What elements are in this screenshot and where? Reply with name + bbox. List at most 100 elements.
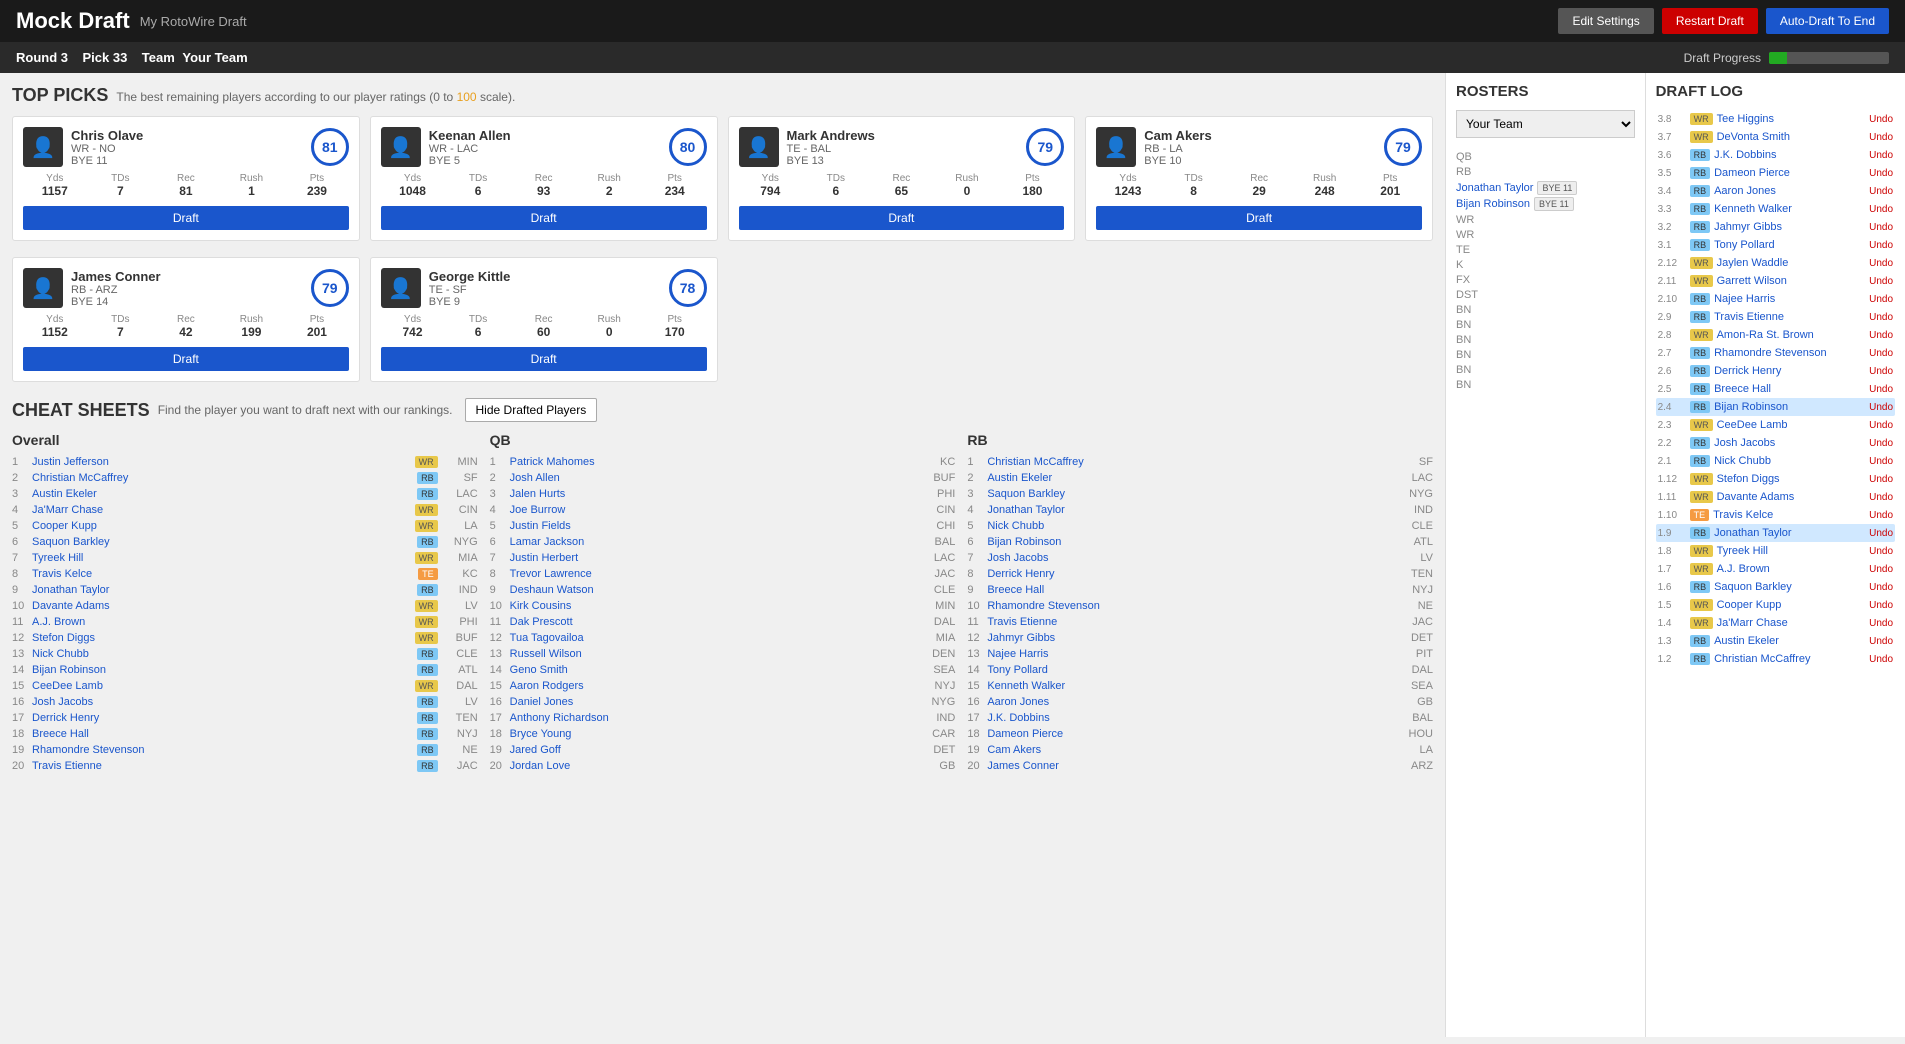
log-player-name[interactable]: Aaron Jones [1714, 185, 1865, 197]
player-link[interactable]: Christian McCaffrey [987, 456, 1393, 468]
log-player-name[interactable]: Dameon Pierce [1714, 167, 1865, 179]
player-link[interactable]: Saquon Barkley [987, 488, 1393, 500]
log-player-name[interactable]: Tee Higgins [1717, 113, 1866, 125]
undo-pick-button[interactable]: Undo [1869, 600, 1893, 611]
undo-pick-button[interactable]: Undo [1869, 258, 1893, 269]
draft-button[interactable]: Draft [23, 206, 349, 230]
log-player-name[interactable]: Travis Kelce [1713, 509, 1865, 521]
undo-pick-button[interactable]: Undo [1869, 240, 1893, 251]
player-link[interactable]: Austin Ekeler [987, 472, 1393, 484]
log-player-name[interactable]: Christian McCaffrey [1714, 653, 1865, 665]
player-link[interactable]: Bijan Robinson [32, 664, 413, 676]
log-player-name[interactable]: Kenneth Walker [1714, 203, 1865, 215]
draft-button[interactable]: Draft [381, 206, 707, 230]
player-link[interactable]: Kirk Cousins [510, 600, 916, 612]
log-player-name[interactable]: Cooper Kupp [1717, 599, 1866, 611]
player-link[interactable]: Jonathan Taylor [987, 504, 1393, 516]
log-player-name[interactable]: DeVonta Smith [1717, 131, 1866, 143]
log-player-name[interactable]: Josh Jacobs [1714, 437, 1865, 449]
log-player-name[interactable]: Najee Harris [1714, 293, 1865, 305]
player-link[interactable]: Saquon Barkley [32, 536, 413, 548]
player-link[interactable]: Nick Chubb [987, 520, 1393, 532]
player-link[interactable]: Breece Hall [32, 728, 413, 740]
log-player-name[interactable]: Travis Etienne [1714, 311, 1865, 323]
undo-pick-button[interactable]: Undo [1869, 546, 1893, 557]
undo-pick-button[interactable]: Undo [1869, 348, 1893, 359]
player-link[interactable]: Stefon Diggs [32, 632, 411, 644]
undo-pick-button[interactable]: Undo [1869, 582, 1893, 593]
player-link[interactable]: Christian McCaffrey [32, 472, 413, 484]
log-player-name[interactable]: Austin Ekeler [1714, 635, 1865, 647]
player-link[interactable]: Josh Jacobs [987, 552, 1393, 564]
log-player-name[interactable]: Davante Adams [1717, 491, 1866, 503]
player-link[interactable]: Ja'Marr Chase [32, 504, 411, 516]
player-link[interactable]: A.J. Brown [32, 616, 411, 628]
undo-pick-button[interactable]: Undo [1869, 456, 1893, 467]
player-link[interactable]: J.K. Dobbins [987, 712, 1393, 724]
undo-pick-button[interactable]: Undo [1869, 636, 1893, 647]
undo-pick-button[interactable]: Undo [1869, 150, 1893, 161]
undo-pick-button[interactable]: Undo [1869, 420, 1893, 431]
player-link[interactable]: Tony Pollard [987, 664, 1393, 676]
player-link[interactable]: Breece Hall [987, 584, 1393, 596]
player-link[interactable]: Russell Wilson [510, 648, 916, 660]
player-link[interactable]: Kenneth Walker [987, 680, 1393, 692]
player-link[interactable]: Justin Jefferson [32, 456, 411, 468]
player-link[interactable]: Aaron Rodgers [510, 680, 916, 692]
player-link[interactable]: Cooper Kupp [32, 520, 411, 532]
undo-pick-button[interactable]: Undo [1869, 132, 1893, 143]
log-player-name[interactable]: Tony Pollard [1714, 239, 1865, 251]
log-player-name[interactable]: Nick Chubb [1714, 455, 1865, 467]
restart-draft-button[interactable]: Restart Draft [1662, 8, 1758, 34]
player-link[interactable]: Trevor Lawrence [510, 568, 916, 580]
player-link[interactable]: Rhamondre Stevenson [987, 600, 1393, 612]
player-link[interactable]: Tyreek Hill [32, 552, 411, 564]
undo-pick-button[interactable]: Undo [1869, 474, 1893, 485]
log-player-name[interactable]: Rhamondre Stevenson [1714, 347, 1865, 359]
player-link[interactable]: Jahmyr Gibbs [987, 632, 1393, 644]
draft-button[interactable]: Draft [23, 347, 349, 371]
log-player-name[interactable]: Ja'Marr Chase [1717, 617, 1866, 629]
log-player-name[interactable]: A.J. Brown [1717, 563, 1866, 575]
undo-pick-button[interactable]: Undo [1869, 186, 1893, 197]
log-player-name[interactable]: J.K. Dobbins [1714, 149, 1865, 161]
undo-pick-button[interactable]: Undo [1869, 654, 1893, 665]
player-link[interactable]: Travis Etienne [987, 616, 1393, 628]
roster-player-name[interactable]: Bijan Robinson [1456, 198, 1530, 210]
player-link[interactable]: Travis Kelce [32, 568, 414, 580]
undo-pick-button[interactable]: Undo [1869, 222, 1893, 233]
log-player-name[interactable]: Saquon Barkley [1714, 581, 1865, 593]
player-link[interactable]: Tua Tagovailoa [510, 632, 916, 644]
undo-pick-button[interactable]: Undo [1869, 528, 1893, 539]
player-link[interactable]: Bijan Robinson [987, 536, 1393, 548]
undo-pick-button[interactable]: Undo [1869, 438, 1893, 449]
player-link[interactable]: Austin Ekeler [32, 488, 413, 500]
undo-pick-button[interactable]: Undo [1869, 204, 1893, 215]
undo-pick-button[interactable]: Undo [1869, 402, 1893, 413]
log-player-name[interactable]: Jahmyr Gibbs [1714, 221, 1865, 233]
player-link[interactable]: Rhamondre Stevenson [32, 744, 413, 756]
log-player-name[interactable]: Stefon Diggs [1717, 473, 1866, 485]
log-player-name[interactable]: Derrick Henry [1714, 365, 1865, 377]
player-link[interactable]: Bryce Young [510, 728, 916, 740]
player-link[interactable]: Jonathan Taylor [32, 584, 413, 596]
undo-pick-button[interactable]: Undo [1869, 366, 1893, 377]
player-link[interactable]: Cam Akers [987, 744, 1393, 756]
player-link[interactable]: Deshaun Watson [510, 584, 916, 596]
player-link[interactable]: Davante Adams [32, 600, 411, 612]
player-link[interactable]: Dameon Pierce [987, 728, 1393, 740]
log-player-name[interactable]: CeeDee Lamb [1717, 419, 1866, 431]
player-link[interactable]: Patrick Mahomes [510, 456, 916, 468]
player-link[interactable]: Najee Harris [987, 648, 1393, 660]
player-link[interactable]: Jalen Hurts [510, 488, 916, 500]
player-link[interactable]: Derrick Henry [32, 712, 413, 724]
player-link[interactable]: Josh Jacobs [32, 696, 413, 708]
undo-pick-button[interactable]: Undo [1869, 294, 1893, 305]
edit-settings-button[interactable]: Edit Settings [1558, 8, 1653, 34]
log-player-name[interactable]: Bijan Robinson [1714, 401, 1865, 413]
undo-pick-button[interactable]: Undo [1869, 114, 1893, 125]
player-link[interactable]: Dak Prescott [510, 616, 916, 628]
draft-button[interactable]: Draft [381, 347, 707, 371]
player-link[interactable]: Lamar Jackson [510, 536, 916, 548]
player-link[interactable]: Derrick Henry [987, 568, 1393, 580]
